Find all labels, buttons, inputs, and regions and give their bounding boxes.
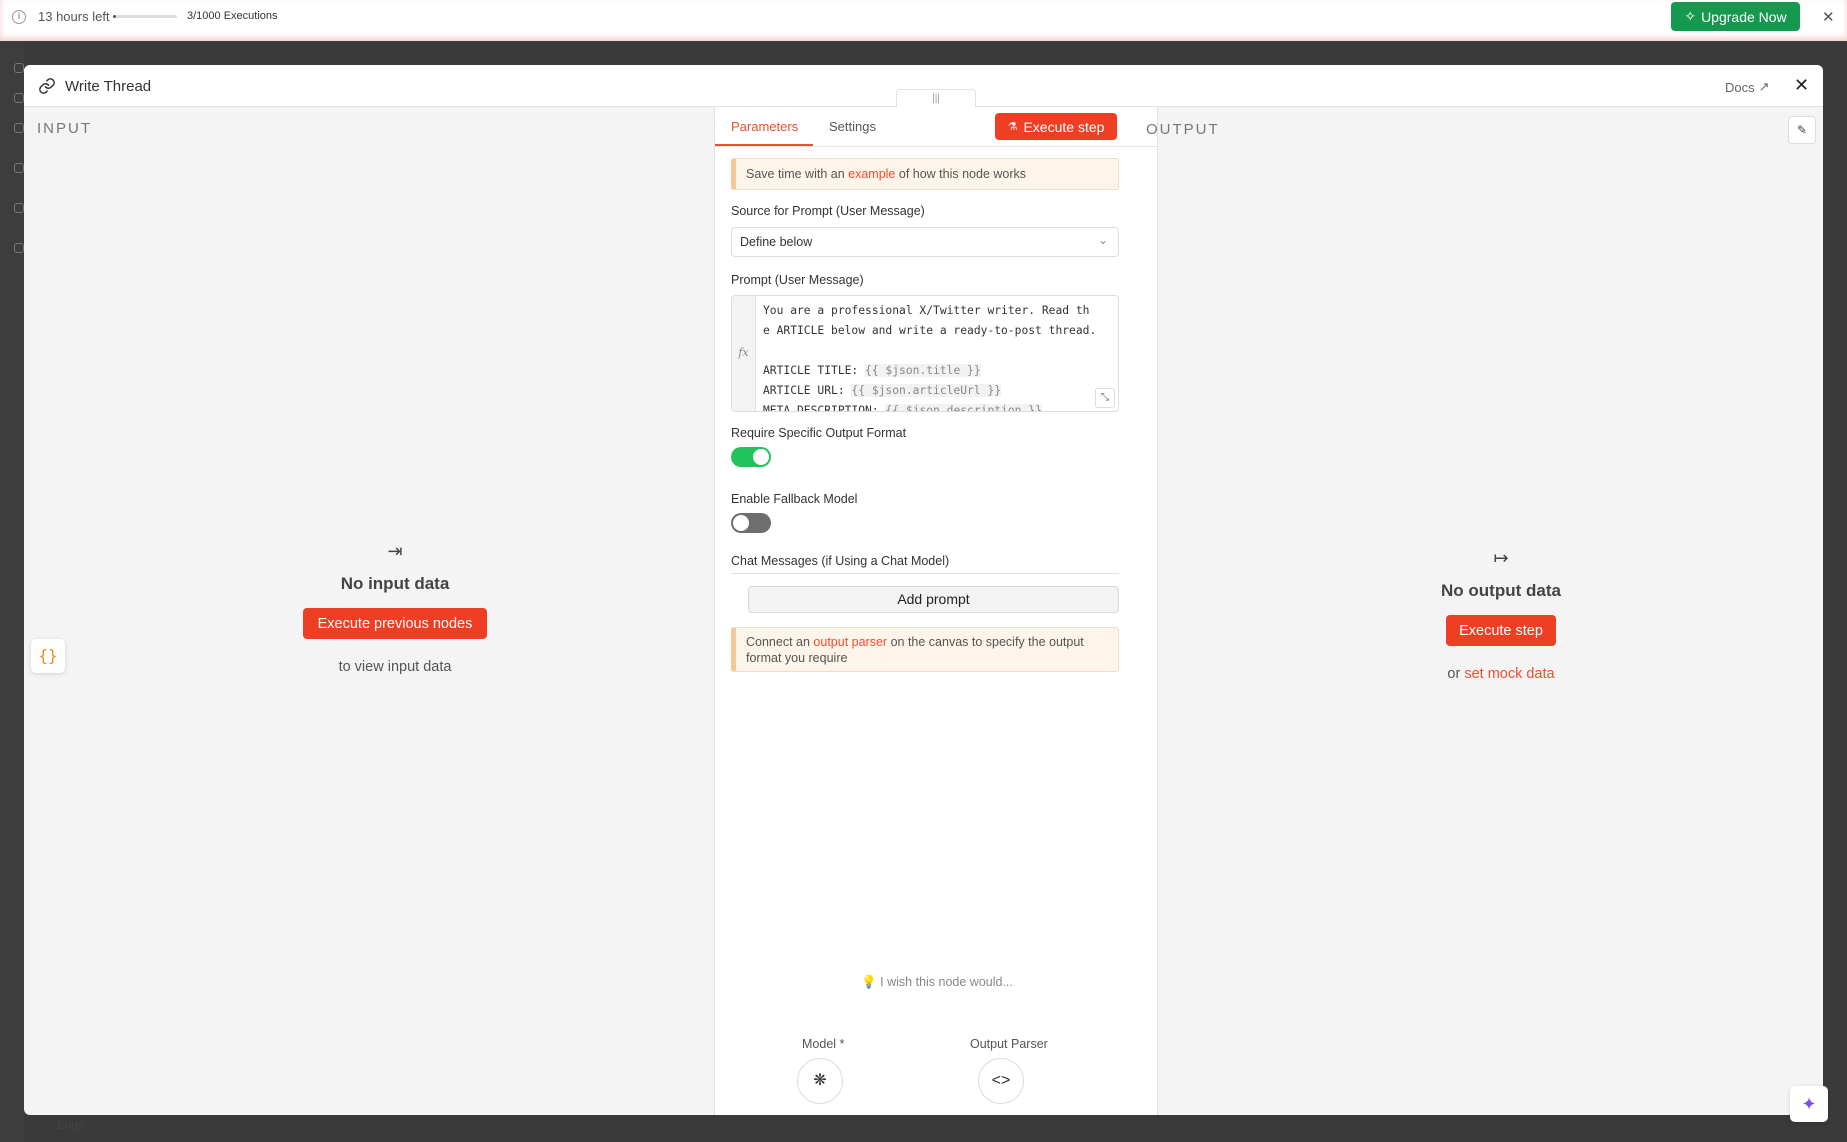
- input-empty-state: ⇥ No input data Execute previous nodes t…: [275, 541, 515, 675]
- example-link[interactable]: example: [848, 167, 895, 181]
- flask-icon: ⚗: [1007, 121, 1018, 133]
- external-link-icon: ↗: [1758, 79, 1770, 94]
- fallback-model-toggle[interactable]: [731, 513, 771, 533]
- arrow-right-to-bar-icon: ⇥: [387, 541, 403, 561]
- no-output-message: No output data: [1441, 581, 1561, 600]
- example-notice: Save time with an example of how this no…: [731, 158, 1119, 190]
- logs-label[interactable]: Logs: [58, 1118, 84, 1132]
- model-label: Model *: [802, 1037, 845, 1051]
- prompt-line: e ARTICLE below and write a ready-to-pos…: [763, 324, 1097, 337]
- prompt-line: ARTICLE URL: {{ $json.articleUrl }}: [763, 384, 1002, 397]
- output-hint-prefix: or: [1447, 666, 1465, 682]
- close-modal-icon[interactable]: ✕: [1794, 75, 1809, 96]
- close-banner-icon[interactable]: ✕: [1822, 8, 1835, 26]
- prompt-line: You are a professional X/Twitter writer.…: [763, 304, 1090, 317]
- prompt-text[interactable]: You are a professional X/Twitter writer.…: [763, 301, 1097, 411]
- openai-model-icon[interactable]: ❋: [797, 1058, 843, 1104]
- notice-text-end: of how this node works: [895, 167, 1027, 181]
- source-prompt-value: Define below: [740, 235, 813, 249]
- no-input-message: No input data: [340, 574, 450, 593]
- add-prompt-button[interactable]: Add prompt: [748, 586, 1119, 613]
- prompt-label: Prompt (User Message): [731, 273, 864, 287]
- expression-variable: {{ $json.description }}: [885, 404, 1042, 411]
- link-icon: [38, 77, 56, 100]
- node-details-modal: Write Thread Docs ↗ ✕ ||| INPUT ⇥ No inp…: [24, 65, 1823, 1115]
- expand-editor-icon[interactable]: ⤡: [1095, 388, 1115, 408]
- lightbulb-icon: 💡: [861, 975, 877, 989]
- source-prompt-label: Source for Prompt (User Message): [731, 204, 925, 218]
- parser-notice-text: Connect an: [746, 635, 814, 649]
- output-parser-notice: Connect an output parser on the canvas t…: [731, 627, 1119, 672]
- expression-variable: {{ $json.title }}: [865, 364, 981, 377]
- docs-label: Docs: [1725, 79, 1755, 95]
- tab-settings[interactable]: Settings: [829, 119, 876, 134]
- prompt-line: META DESCRIPTION: {{ $json.description }…: [763, 404, 1042, 411]
- output-parser-link[interactable]: output parser: [813, 635, 887, 649]
- chat-messages-label: Chat Messages (if Using a Chat Model): [731, 554, 950, 568]
- prompt-line: ARTICLE TITLE: {{ $json.title }}: [763, 364, 981, 377]
- fallback-model-label: Enable Fallback Model: [731, 492, 858, 506]
- source-prompt-select[interactable]: Define below ⌄: [731, 227, 1119, 257]
- upgrade-now-button[interactable]: ✧ Upgrade Now: [1671, 2, 1800, 31]
- node-title[interactable]: Write Thread: [65, 78, 151, 95]
- output-execute-step-button[interactable]: Execute step: [1446, 615, 1556, 646]
- expression-fx-icon: fx: [732, 296, 756, 411]
- docs-link[interactable]: Docs ↗: [1725, 79, 1770, 95]
- output-empty-state: ↦ No output data Execute step or set moc…: [1381, 548, 1621, 682]
- require-format-toggle[interactable]: [731, 447, 771, 467]
- json-braces-icon[interactable]: {}: [31, 639, 65, 673]
- code-brackets-icon[interactable]: <>: [978, 1058, 1024, 1104]
- sparkle-icon: ✧: [1684, 8, 1697, 24]
- notice-text: Save time with an: [746, 167, 849, 181]
- execute-previous-nodes-button[interactable]: Execute previous nodes: [303, 608, 487, 639]
- ai-assistant-sparkle-icon[interactable]: ✦: [1790, 1086, 1828, 1122]
- pencil-edit-icon[interactable]: ✎: [1788, 116, 1816, 144]
- trial-banner: i 13 hours left 3/1000 Executions ✧ Upgr…: [0, 0, 1847, 41]
- section-divider: [731, 573, 1119, 574]
- executions-count: 3/1000 Executions: [187, 10, 278, 22]
- feedback-text: I wish this node would...: [880, 975, 1013, 989]
- active-tab-indicator: [715, 144, 813, 146]
- panel-drag-handle[interactable]: |||: [896, 89, 976, 107]
- hours-left-text: 13 hours left: [38, 9, 110, 24]
- input-panel-label: INPUT: [37, 120, 92, 137]
- info-icon: i: [12, 10, 26, 24]
- set-mock-data-link[interactable]: set mock data: [1464, 666, 1554, 682]
- upgrade-now-label: Upgrade Now: [1701, 8, 1787, 25]
- tab-parameters[interactable]: Parameters: [731, 119, 798, 134]
- output-panel-label: OUTPUT: [1146, 121, 1220, 138]
- input-hint: to view input data: [338, 659, 452, 675]
- app-sidebar-background: [0, 41, 24, 1142]
- executions-progress-bar: [113, 15, 177, 18]
- require-format-label: Require Specific Output Format: [731, 426, 907, 440]
- parameters-panel: Parameters Settings ⚗ Execute step Save …: [714, 107, 1159, 1115]
- output-hint: or set mock data: [1381, 666, 1621, 682]
- execute-step-button[interactable]: ⚗ Execute step: [995, 113, 1117, 140]
- chevron-down-icon: ⌄: [1097, 233, 1108, 247]
- execute-step-label: Execute step: [1023, 118, 1105, 135]
- arrow-bar-to-right-icon: ↦: [1493, 548, 1509, 568]
- prompt-editor[interactable]: fx You are a professional X/Twitter writ…: [731, 295, 1119, 412]
- feedback-link[interactable]: 💡 I wish this node would...: [715, 975, 1159, 990]
- parameters-tabs: Parameters Settings ⚗ Execute step: [715, 107, 1159, 147]
- output-parser-label: Output Parser: [970, 1037, 1048, 1051]
- expression-variable: {{ $json.articleUrl }}: [851, 384, 1002, 397]
